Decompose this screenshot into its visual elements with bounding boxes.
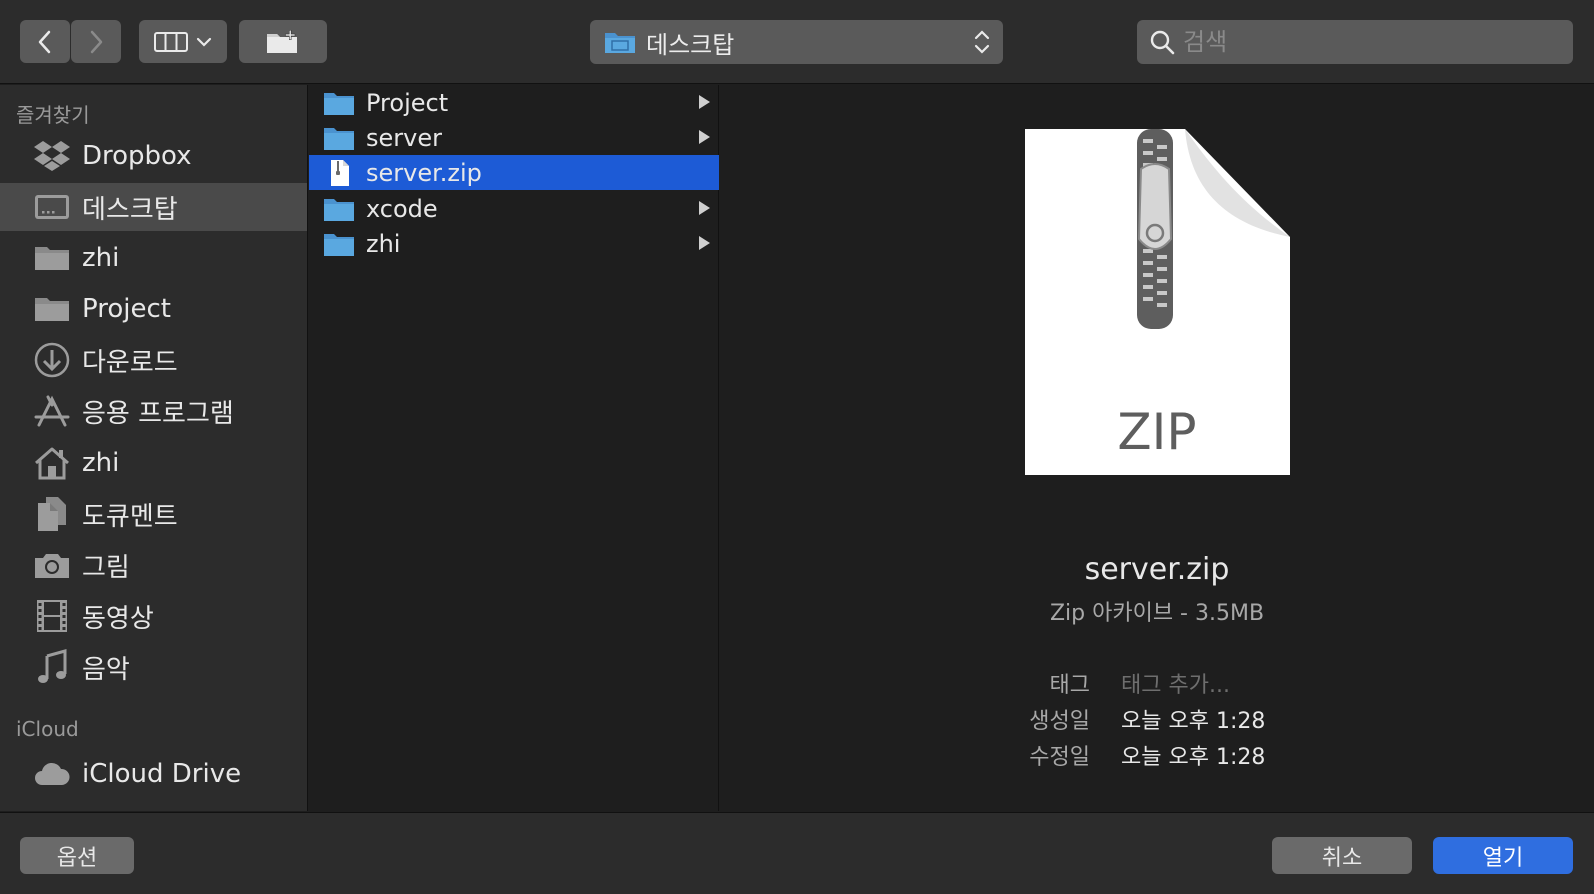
open-button[interactable]: 열기 bbox=[1433, 837, 1573, 874]
sidebar-item-home[interactable]: zhi bbox=[0, 439, 307, 487]
applications-icon bbox=[33, 392, 71, 430]
sidebar-item-label: 데스크탑 bbox=[82, 194, 178, 225]
sidebar-item-music[interactable]: 음악 bbox=[0, 643, 307, 691]
disclosure-arrow-icon bbox=[699, 236, 710, 250]
location-label: 데스크탑 bbox=[646, 30, 735, 59]
folder-icon bbox=[324, 127, 354, 150]
folder-icon bbox=[605, 33, 635, 53]
zip-file-icon bbox=[331, 159, 349, 186]
file-name: Project bbox=[366, 88, 449, 117]
sidebar-item-label: 동영상 bbox=[82, 603, 154, 634]
sidebar-item-applications[interactable]: 응용 프로그램 bbox=[0, 387, 307, 435]
modified-label: 수정일 bbox=[1029, 745, 1090, 770]
back-button[interactable] bbox=[20, 20, 70, 63]
file-row-project[interactable]: Project bbox=[309, 85, 719, 120]
created-label: 생성일 bbox=[1029, 709, 1090, 734]
file-row-xcode[interactable]: xcode bbox=[309, 191, 719, 226]
icloud-section-title: iCloud bbox=[16, 717, 79, 741]
chevron-down-icon bbox=[196, 37, 212, 47]
file-row-server[interactable]: server bbox=[309, 120, 719, 155]
cloud-icon bbox=[33, 755, 71, 793]
download-icon bbox=[33, 341, 71, 379]
toolbar: 데스크탑 bbox=[0, 0, 1594, 84]
bottom-bar: 옵션 취소 열기 bbox=[0, 812, 1594, 894]
sidebar-item-label: 다운로드 bbox=[82, 347, 178, 378]
preview-pane: ZIP server.zip Zip 아카이브 - 3.5MB 태그 태그 추가… bbox=[720, 85, 1594, 811]
file-name: xcode bbox=[366, 194, 438, 223]
zip-document-icon: ZIP bbox=[1025, 129, 1290, 475]
sidebar-item-label: iCloud Drive bbox=[82, 759, 242, 789]
home-icon bbox=[33, 444, 71, 482]
up-down-chevron-icon bbox=[974, 30, 990, 54]
cancel-button[interactable]: 취소 bbox=[1272, 837, 1412, 874]
camera-icon bbox=[33, 546, 71, 584]
location-popup[interactable]: 데스크탑 bbox=[590, 20, 1003, 64]
chevron-right-icon bbox=[90, 30, 103, 53]
view-mode-button[interactable] bbox=[139, 20, 227, 63]
search-field[interactable] bbox=[1137, 20, 1573, 64]
sidebar-item-label: 그림 bbox=[82, 552, 130, 583]
new-folder-icon bbox=[267, 29, 297, 53]
sidebar-item-project[interactable]: Project bbox=[0, 285, 307, 333]
desktop-icon bbox=[33, 188, 71, 226]
folder-icon bbox=[324, 92, 354, 115]
search-icon bbox=[1150, 30, 1175, 55]
zip-doc-label: ZIP bbox=[1117, 403, 1196, 461]
new-folder-button[interactable] bbox=[239, 20, 327, 63]
file-row-server-zip[interactable]: server.zip bbox=[309, 155, 719, 190]
sidebar-item-pictures[interactable]: 그림 bbox=[0, 541, 307, 589]
sidebar-item-downloads[interactable]: 다운로드 bbox=[0, 336, 307, 384]
search-input[interactable] bbox=[1183, 28, 1553, 56]
tags-label: 태그 bbox=[1049, 673, 1090, 698]
disclosure-arrow-icon bbox=[699, 130, 710, 144]
preview-file-name: server.zip bbox=[1084, 552, 1230, 587]
modified-value: 오늘 오후 1:28 bbox=[1121, 745, 1266, 770]
documents-icon bbox=[33, 495, 71, 533]
file-name: server bbox=[366, 123, 442, 152]
tags-field[interactable]: 태그 추가... bbox=[1121, 667, 1230, 699]
sidebar-item-zhi[interactable]: zhi bbox=[0, 234, 307, 282]
forward-button[interactable] bbox=[71, 20, 121, 63]
sidebar-item-label: Project bbox=[82, 294, 171, 324]
file-name: server.zip bbox=[366, 158, 482, 187]
sidebar-item-label: zhi bbox=[82, 448, 120, 478]
file-column: Project server server.zip xcode zhi bbox=[309, 85, 719, 811]
folder-icon bbox=[324, 233, 354, 256]
column-view-icon bbox=[154, 31, 188, 52]
folder-icon bbox=[33, 239, 71, 277]
file-name: zhi bbox=[366, 229, 401, 258]
chevron-left-icon bbox=[38, 30, 51, 53]
sidebar-item-label: Dropbox bbox=[82, 141, 192, 171]
sidebar-item-label: 음악 bbox=[82, 654, 130, 685]
sidebar-item-label: 응용 프로그램 bbox=[82, 398, 234, 429]
sidebar-item-dropbox[interactable]: Dropbox bbox=[0, 132, 307, 180]
sidebar-item-documents[interactable]: 도큐멘트 bbox=[0, 490, 307, 538]
sidebar: 즐겨찾기 Dropbox 데스크탑 zhi Project 다운로드 응용 프로… bbox=[0, 85, 308, 811]
folder-icon bbox=[324, 198, 354, 221]
favorites-section-title: 즐겨찾기 bbox=[16, 103, 90, 127]
sidebar-item-label: 도큐멘트 bbox=[82, 501, 178, 532]
sidebar-item-movies[interactable]: 동영상 bbox=[0, 592, 307, 640]
disclosure-arrow-icon bbox=[699, 95, 710, 109]
options-button[interactable]: 옵션 bbox=[20, 837, 134, 874]
file-row-zhi[interactable]: zhi bbox=[309, 226, 719, 261]
folder-icon bbox=[33, 290, 71, 328]
created-value: 오늘 오후 1:28 bbox=[1121, 709, 1266, 734]
film-icon bbox=[33, 597, 71, 635]
dropbox-icon bbox=[33, 137, 71, 175]
preview-file-kind: Zip 아카이브 - 3.5MB bbox=[1049, 601, 1265, 626]
disclosure-arrow-icon bbox=[699, 201, 710, 215]
sidebar-item-icloud-drive[interactable]: iCloud Drive bbox=[0, 750, 307, 798]
sidebar-item-desktop[interactable]: 데스크탑 bbox=[0, 183, 307, 231]
music-icon bbox=[33, 648, 71, 686]
sidebar-item-label: zhi bbox=[82, 243, 120, 273]
